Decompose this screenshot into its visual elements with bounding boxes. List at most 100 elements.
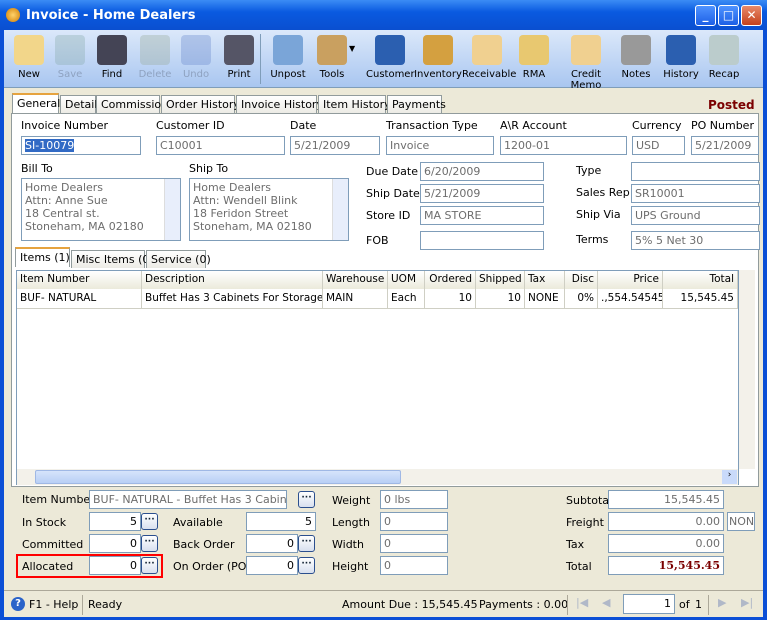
item-tab-2[interactable]: Service (0) <box>146 250 211 268</box>
horizontal-scrollbar[interactable]: › <box>17 469 738 485</box>
transaction-type-input[interactable]: Invoice <box>386 136 494 155</box>
grid-cell[interactable]: 10 <box>476 289 525 309</box>
textarea-scrollbar[interactable] <box>164 179 180 240</box>
date-input[interactable]: 5/21/2009 <box>290 136 380 155</box>
tab-invoice-history[interactable]: Invoice History <box>236 95 323 113</box>
toolbar-button-history[interactable]: History <box>660 30 702 88</box>
freight-code-input[interactable]: NON <box>727 512 755 531</box>
scroll-thumb[interactable] <box>35 470 401 484</box>
customer-id-input[interactable]: C10001 <box>156 136 285 155</box>
on-order-input[interactable]: 0 <box>246 556 298 575</box>
on-order-lookup-button[interactable]: ··· <box>298 557 315 574</box>
bill-to-textarea[interactable]: Home Dealers Attn: Anne Sue 18 Central st.… <box>21 178 181 241</box>
maximize-button[interactable]: □ <box>718 5 739 26</box>
currency-input[interactable]: USD <box>632 136 685 155</box>
tab-detail[interactable]: Detail <box>60 95 97 113</box>
toolbar-button-rma[interactable]: RMA <box>512 30 556 88</box>
toolbar-button-receivable[interactable]: Receivable <box>462 30 516 88</box>
item-number-lookup-button[interactable]: ··· <box>298 491 315 508</box>
column-header-item-number[interactable]: Item Number <box>17 271 142 289</box>
terms-input[interactable]: 5% 5 Net 30 <box>631 231 760 250</box>
toolbar-button-find[interactable]: Find <box>90 30 134 88</box>
grid-cell[interactable]: 0% <box>565 289 598 309</box>
weight-input[interactable]: 0 lbs <box>380 490 448 509</box>
textarea-scrollbar[interactable] <box>332 179 348 240</box>
help-label[interactable]: F1 - Help <box>29 598 78 611</box>
tab-item-history[interactable]: Item History <box>318 95 391 113</box>
tax-input[interactable]: 0.00 <box>608 534 724 553</box>
width-input[interactable]: 0 <box>380 534 448 553</box>
toolbar-button-undo[interactable]: Undo <box>176 30 216 88</box>
toolbar-button-notes[interactable]: Notes <box>616 30 656 88</box>
last-record-icon[interactable]: ▶| <box>741 596 753 609</box>
next-record-icon[interactable]: ▶ <box>718 596 726 609</box>
close-button[interactable]: ✕ <box>741 5 762 26</box>
fob-input[interactable] <box>420 231 544 250</box>
column-header-uom[interactable]: UOM <box>388 271 425 289</box>
column-header-total[interactable]: Total <box>663 271 738 289</box>
first-record-icon[interactable]: |◀ <box>576 596 588 609</box>
vertical-scrollbar[interactable] <box>739 270 755 469</box>
total-input[interactable]: 15,545.45 <box>608 556 724 575</box>
grid-cell[interactable]: .,554.54545 <box>598 289 663 309</box>
tab-payments[interactable]: Payments <box>387 95 446 113</box>
toolbar-button-unpost[interactable]: Unpost <box>268 30 308 88</box>
subtotal-input[interactable]: 15,545.45 <box>608 490 724 509</box>
column-header-ordered[interactable]: Ordered <box>425 271 476 289</box>
column-header-price[interactable]: Price <box>598 271 663 289</box>
tab-general[interactable]: General <box>12 93 60 113</box>
toolbar-button-save[interactable]: Save <box>50 30 90 88</box>
ship-via-input[interactable]: UPS Ground <box>631 206 760 225</box>
toolbar-button-tools[interactable]: Tools <box>308 30 356 88</box>
freight-input[interactable]: 0.00 <box>608 512 724 531</box>
toolbar-button-credit-memo[interactable]: Credit Memo <box>556 30 616 91</box>
record-number-input[interactable]: 1 <box>623 594 675 614</box>
toolbar-button-customer[interactable]: Customer <box>366 30 415 88</box>
toolbar-button-print[interactable]: Print <box>216 30 262 88</box>
column-header-warehouse[interactable]: Warehouse <box>323 271 388 289</box>
column-header-tax[interactable]: Tax <box>525 271 565 289</box>
help-icon[interactable]: ? <box>11 597 25 611</box>
column-header-description[interactable]: Description <box>142 271 323 289</box>
ship-to-textarea[interactable]: Home Dealers Attn: Wendell Blink 18 Ferido… <box>189 178 349 241</box>
toolbar-button-recap[interactable]: Recap <box>704 30 744 88</box>
toolbar-button-new[interactable]: New <box>8 30 50 88</box>
scroll-right-icon[interactable]: › <box>722 470 737 484</box>
tab-commission[interactable]: Commission <box>96 95 168 113</box>
item-tab-0[interactable]: Items (1) <box>15 247 70 267</box>
toolbar-button-delete[interactable]: Delete <box>134 30 176 88</box>
tab-order-history[interactable]: Order History <box>161 95 240 113</box>
back-order-input[interactable]: 0 <box>246 534 298 553</box>
store-id-input[interactable]: MA STORE <box>420 206 544 225</box>
po-number-input[interactable]: 5/21/2009 <box>691 136 759 155</box>
grid-cell[interactable]: 15,545.45 <box>663 289 738 309</box>
available-input[interactable]: 5 <box>246 512 316 531</box>
column-header-disc[interactable]: Disc <box>565 271 598 289</box>
item-number-input[interactable]: BUF- NATURAL - Buffet Has 3 Cabinets For <box>89 490 287 509</box>
type-input[interactable] <box>631 162 760 181</box>
height-input[interactable]: 0 <box>380 556 448 575</box>
prev-record-icon[interactable]: ◀ <box>602 596 610 609</box>
grid-cell[interactable]: 10 <box>425 289 476 309</box>
minimize-button[interactable]: _ <box>695 5 716 26</box>
committed-input[interactable]: 0 <box>89 534 141 553</box>
grid-cell[interactable]: Each <box>388 289 425 309</box>
toolbar-button-inventory[interactable]: Inventory <box>414 30 462 88</box>
column-header-shipped[interactable]: Shipped <box>476 271 525 289</box>
in-stock-input[interactable]: 5 <box>89 512 141 531</box>
tools-dropdown-icon[interactable]: ▼ <box>349 44 355 53</box>
grid-cell[interactable]: MAIN <box>323 289 388 309</box>
ar-account-input[interactable]: 1200-01 <box>500 136 627 155</box>
length-input[interactable]: 0 <box>380 512 448 531</box>
item-tab-1[interactable]: Misc Items (0) <box>71 250 154 268</box>
grid-cell[interactable]: BUF- NATURAL <box>17 289 142 309</box>
committed-lookup-button[interactable]: ··· <box>141 535 158 552</box>
ship-date-input[interactable]: 5/21/2009 <box>420 184 544 203</box>
invoice-number-input[interactable]: SI-10079 <box>21 136 141 155</box>
back-order-lookup-button[interactable]: ··· <box>298 535 315 552</box>
grid-cell[interactable]: Buffet Has 3 Cabinets For Storage A <box>142 289 323 309</box>
sales-rep-input[interactable]: SR10001 <box>631 184 760 203</box>
in-stock-lookup-button[interactable]: ··· <box>141 513 158 530</box>
due-date-input[interactable]: 6/20/2009 <box>420 162 544 181</box>
items-grid[interactable]: Item Number Description Warehouse UOM Ordere… <box>16 270 739 485</box>
